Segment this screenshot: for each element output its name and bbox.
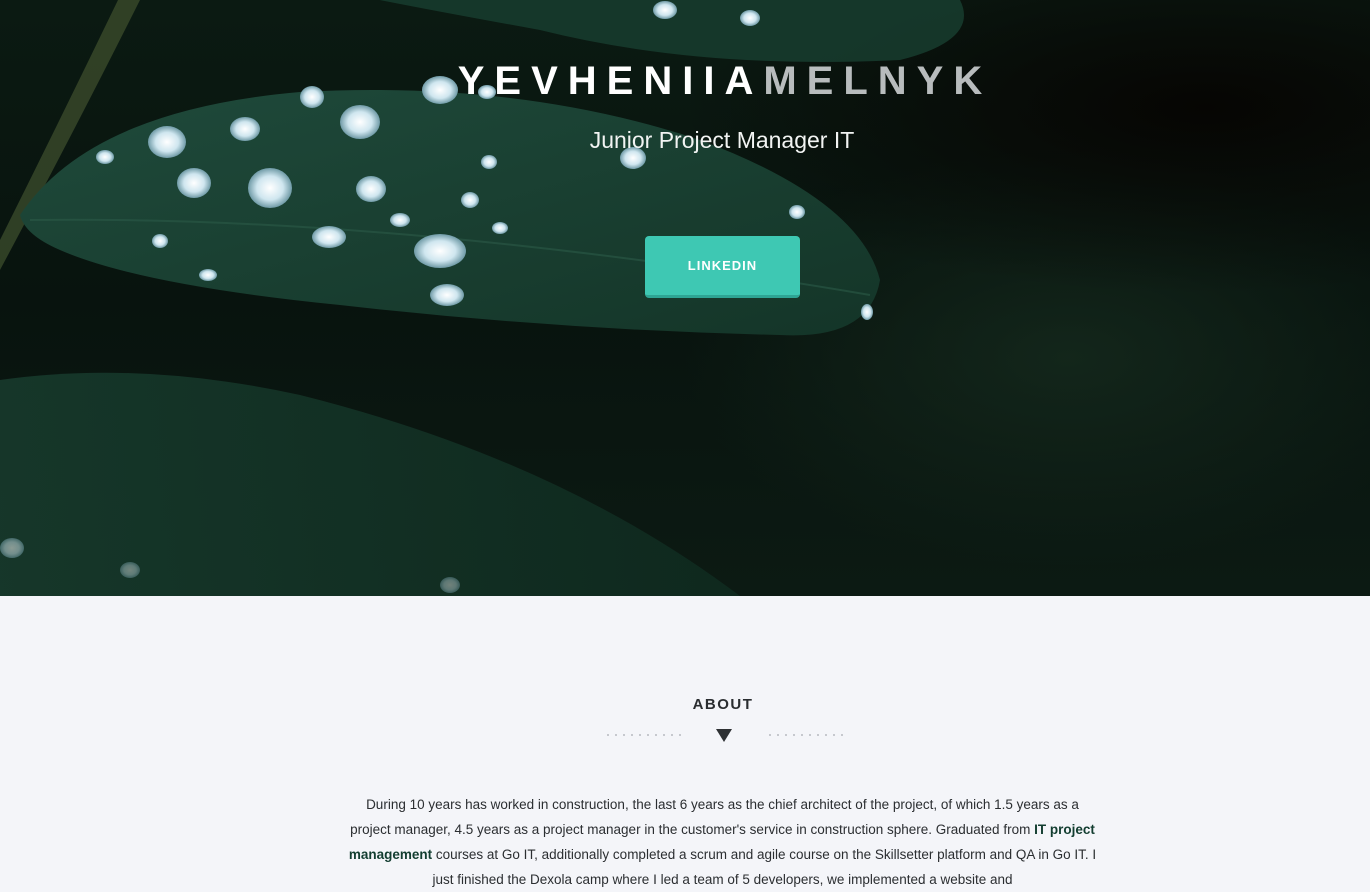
about-section: ABOUT During 10 years has worked in cons…	[0, 596, 1370, 892]
hero-name: YEVHENIIAMELNYK	[0, 58, 1370, 104]
hero-subtitle: Junior Project Manager IT	[589, 127, 855, 153]
first-name: YEVHENIIA	[457, 59, 764, 103]
divider-dots-right	[766, 734, 844, 736]
hero-section: YEVHENIIAMELNYK Junior Project Manager I…	[0, 0, 1370, 596]
linkedin-button[interactable]: LINKEDIN	[645, 236, 800, 298]
about-title: ABOUT	[692, 696, 754, 713]
last-name: MELNYK	[763, 59, 993, 103]
section-divider	[600, 724, 850, 748]
hero-content: YEVHENIIAMELNYK Junior Project Manager I…	[0, 0, 1370, 596]
about-text-part2: courses at Go IT, additionally completed…	[432, 847, 1097, 887]
triangle-down-icon	[716, 729, 732, 742]
divider-dots-left	[604, 734, 682, 736]
about-text: During 10 years has worked in constructi…	[345, 792, 1100, 892]
about-text-part1: During 10 years has worked in constructi…	[350, 797, 1079, 837]
